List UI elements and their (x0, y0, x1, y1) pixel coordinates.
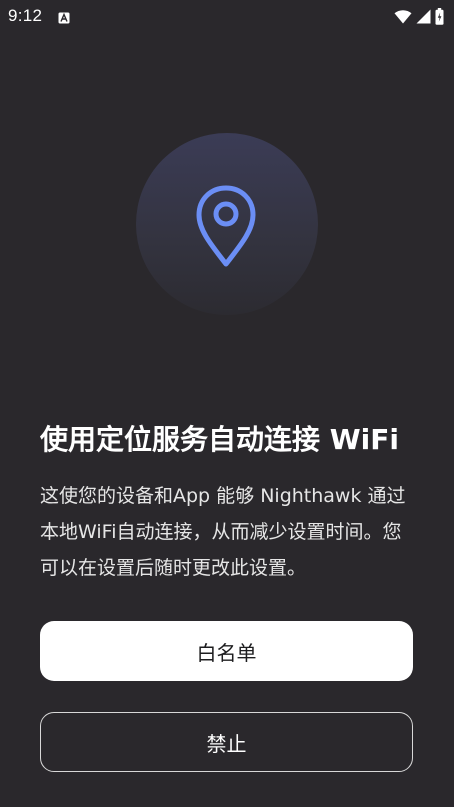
whitelist-button-label: 白名单 (196, 640, 257, 665)
whitelist-button[interactable]: 白名单 (40, 621, 413, 681)
app-notification-icon (58, 9, 70, 24)
page-title: 使用定位服务自动连接 WiFi (40, 423, 399, 456)
battery-icon (435, 7, 444, 25)
status-time: 9:12 (8, 6, 43, 25)
wifi-icon (394, 9, 412, 24)
status-bar: 9:12 (0, 0, 454, 32)
deny-button[interactable]: 禁止 (40, 712, 413, 772)
deny-button-label: 禁止 (206, 731, 247, 756)
page-description: 这使您的设备和App 能够 Nighthawk 通过本地WiFi自动连接，从而减… (40, 485, 406, 579)
status-icons (394, 6, 444, 26)
cellular-signal-icon (416, 9, 431, 24)
location-pin-icon (195, 185, 257, 267)
